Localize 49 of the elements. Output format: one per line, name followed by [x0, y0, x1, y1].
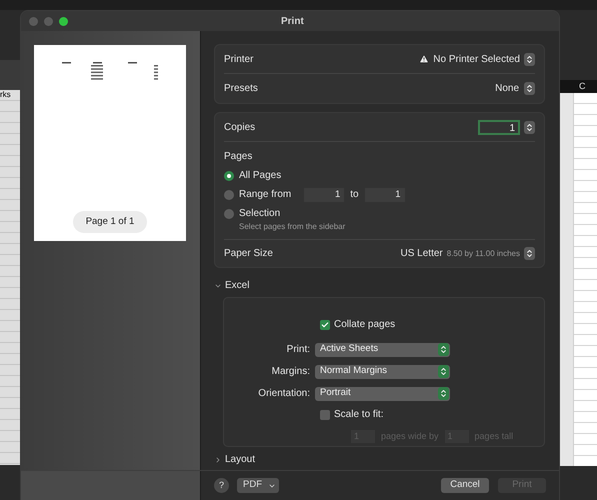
presets-label: Presets: [224, 82, 258, 96]
stepper-icon[interactable]: [524, 247, 535, 260]
printer-label: Printer: [224, 52, 254, 66]
section-title[interactable]: Layout: [225, 454, 256, 465]
stepper-icon[interactable]: [524, 52, 535, 66]
cell-text: rks: [0, 90, 12, 100]
select-label: Print:: [286, 343, 311, 357]
printer-select[interactable]: No Printer Selected: [433, 52, 520, 66]
selection-hint: Select pages from the sidebar: [239, 221, 346, 233]
page-preview[interactable]: Page 1 of 1: [34, 45, 186, 241]
section-title[interactable]: Excel: [225, 278, 250, 293]
paper-size-label: Paper Size: [224, 247, 273, 261]
stepper-icon[interactable]: [438, 365, 449, 378]
range-to-field[interactable]: 1: [364, 188, 405, 202]
paper-size-select[interactable]: US Letter: [400, 246, 443, 261]
radio-label: Range from: [239, 188, 292, 202]
stepper-icon[interactable]: [524, 120, 535, 134]
radio-label: All Pages: [239, 169, 282, 183]
select-label: Orientation:: [257, 387, 311, 401]
dropdown[interactable]: Portrait: [315, 386, 450, 400]
dropdown[interactable]: Normal Margins: [315, 364, 450, 378]
radio-label: Selection: [239, 207, 280, 221]
range-to-label: to: [350, 188, 359, 202]
select-label: Margins:: [270, 365, 311, 379]
copies-field[interactable]: 1: [478, 120, 520, 134]
radio-button[interactable]: [224, 190, 234, 200]
stepper-icon[interactable]: [438, 343, 449, 356]
zoom-button[interactable]: [59, 16, 68, 26]
scale-to-fit-label: Scale to fit:: [334, 408, 384, 422]
radio-button[interactable]: [224, 170, 234, 180]
disclosure-icon[interactable]: [214, 456, 222, 464]
range-from-field[interactable]: 1: [304, 188, 344, 202]
copies-label: Copies: [224, 120, 256, 134]
page-indicator: Page 1 of 1: [72, 210, 148, 233]
checkbox[interactable]: [320, 320, 330, 330]
help-button[interactable]: ?: [214, 478, 229, 493]
paper-dimensions: 8.50 by 11.00 inches: [446, 248, 520, 260]
stepper-icon[interactable]: [438, 387, 449, 400]
column-header-text: C: [579, 82, 586, 91]
cancel-button[interactable]: Cancel: [441, 478, 489, 493]
dropdown[interactable]: Active Sheets: [315, 342, 450, 356]
pdf-menu-button[interactable]: PDF: [237, 478, 279, 493]
collate-label: Collate pages: [334, 318, 396, 332]
pages-label: Pages: [224, 150, 254, 164]
presets-select[interactable]: None: [495, 81, 519, 96]
window-title: Print: [281, 14, 304, 28]
checkbox[interactable]: [320, 410, 330, 420]
stepper-icon[interactable]: [524, 82, 535, 95]
radio-button[interactable]: [224, 208, 234, 218]
